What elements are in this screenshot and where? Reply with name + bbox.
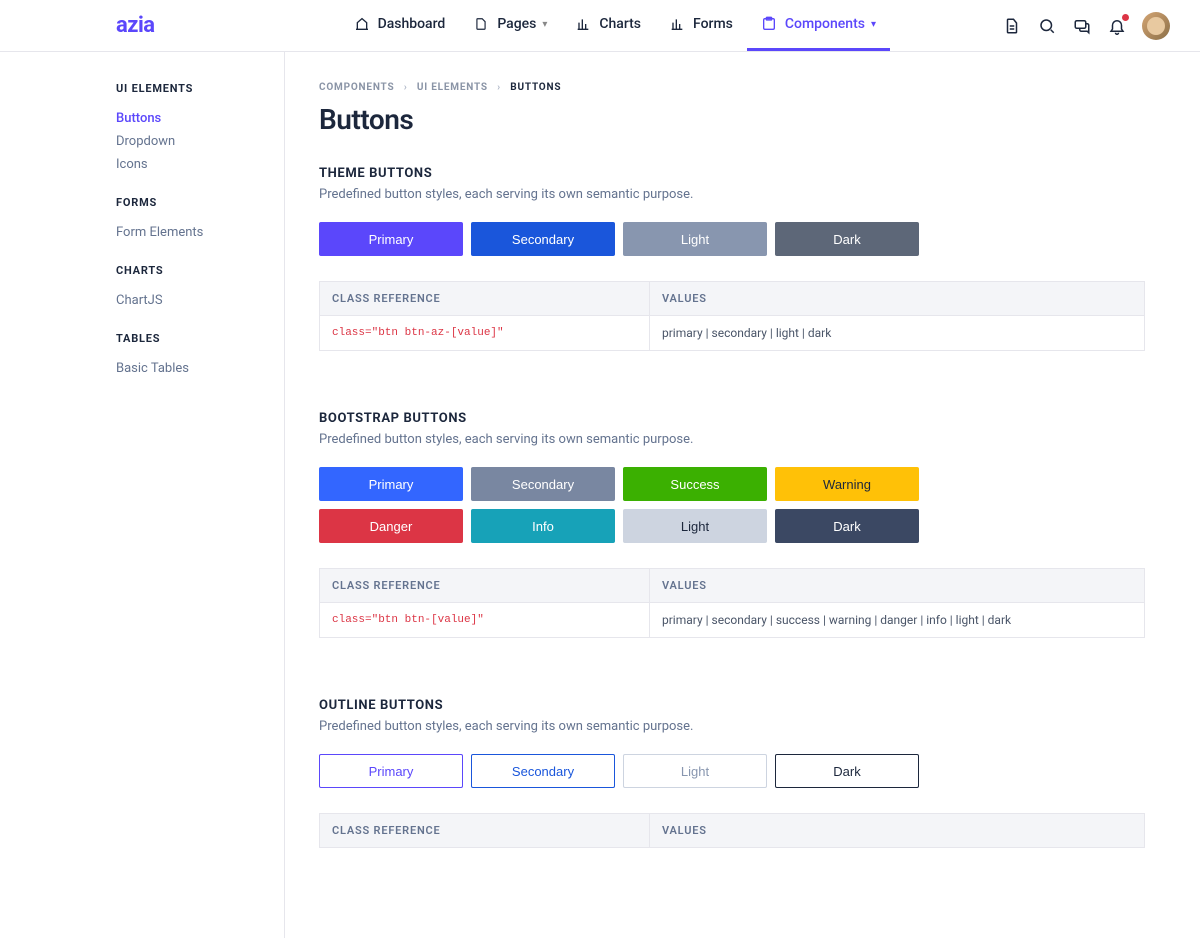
section-bootstrap-buttons: BOOTSTRAP BUTTONS Predefined button styl… [319, 411, 1145, 638]
table-header: VALUES [650, 814, 1145, 848]
reference-table: CLASS REFERENCE VALUES class="btn btn-az… [319, 281, 1145, 351]
chevron-right-icon: › [404, 82, 408, 93]
notification-dot [1122, 14, 1129, 21]
bell-icon[interactable] [1107, 16, 1127, 36]
section-desc: Predefined button styles, each serving i… [319, 432, 1145, 447]
table-header: VALUES [650, 569, 1145, 603]
section-title: THEME BUTTONS [319, 166, 1145, 181]
table-cell-code: class="btn btn-az-[value]" [320, 316, 650, 351]
button-row: Danger Info Light Dark [319, 509, 1145, 543]
nav-label: Components [785, 16, 865, 32]
pages-icon [473, 16, 489, 32]
nav-charts[interactable]: Charts [561, 0, 655, 51]
table-header: CLASS REFERENCE [320, 282, 650, 316]
nav-forms[interactable]: Forms [655, 0, 747, 51]
section-desc: Predefined button styles, each serving i… [319, 719, 1145, 734]
page-body: UI ELEMENTS Buttons Dropdown Icons FORMS… [0, 52, 1200, 938]
sidebar-item-dropdown[interactable]: Dropdown [116, 130, 284, 153]
reference-table: CLASS REFERENCE VALUES class="btn btn-[v… [319, 568, 1145, 638]
sidebar-group-title: CHARTS [116, 264, 284, 277]
button-outline-primary[interactable]: Primary [319, 754, 463, 788]
button-row: Primary Secondary Light Dark [319, 222, 1145, 256]
section-theme-buttons: THEME BUTTONS Predefined button styles, … [319, 166, 1145, 351]
header-right [1002, 12, 1170, 40]
button-dark[interactable]: Dark [775, 222, 919, 256]
breadcrumb: COMPONENTS › UI ELEMENTS › BUTTONS [319, 82, 1145, 93]
button-info[interactable]: Info [471, 509, 615, 543]
nav-components[interactable]: Components ▾ [747, 0, 890, 51]
section-title: BOOTSTRAP BUTTONS [319, 411, 1145, 426]
nav-label: Dashboard [378, 16, 446, 32]
button-outline-dark[interactable]: Dark [775, 754, 919, 788]
button-danger[interactable]: Danger [319, 509, 463, 543]
sidebar-item-buttons[interactable]: Buttons [116, 107, 284, 130]
reference-table: CLASS REFERENCE VALUES [319, 813, 1145, 848]
button-warning[interactable]: Warning [775, 467, 919, 501]
sidebar: UI ELEMENTS Buttons Dropdown Icons FORMS… [0, 52, 285, 938]
nav-label: Charts [599, 16, 641, 32]
button-secondary[interactable]: Secondary [471, 222, 615, 256]
section-desc: Predefined button styles, each serving i… [319, 187, 1145, 202]
button-outline-secondary[interactable]: Secondary [471, 754, 615, 788]
nav-label: Forms [693, 16, 733, 32]
breadcrumb-item: BUTTONS [510, 82, 561, 93]
page-title: Buttons [319, 103, 1145, 136]
nav-label: Pages [497, 16, 536, 32]
sidebar-group-title: TABLES [116, 332, 284, 345]
button-light[interactable]: Light [623, 222, 767, 256]
charts-icon [575, 16, 591, 32]
table-header: CLASS REFERENCE [320, 569, 650, 603]
button-light[interactable]: Light [623, 509, 767, 543]
messages-icon[interactable] [1072, 16, 1092, 36]
sidebar-item-form-elements[interactable]: Form Elements [116, 221, 284, 244]
brand-logo[interactable]: azia [116, 13, 155, 38]
table-header: VALUES [650, 282, 1145, 316]
button-primary[interactable]: Primary [319, 222, 463, 256]
chevron-down-icon: ▾ [871, 19, 876, 30]
forms-icon [669, 16, 685, 32]
sidebar-item-icons[interactable]: Icons [116, 153, 284, 176]
chevron-right-icon: › [497, 82, 501, 93]
button-row: Primary Secondary Success Warning [319, 467, 1145, 501]
button-outline-light[interactable]: Light [623, 754, 767, 788]
table-cell-values: primary | secondary | success | warning … [650, 603, 1145, 638]
header: azia Dashboard Pages ▾ Charts Forms [0, 0, 1200, 52]
section-outline-buttons: OUTLINE BUTTONS Predefined button styles… [319, 698, 1145, 848]
content: COMPONENTS › UI ELEMENTS › BUTTONS Butto… [285, 52, 1185, 938]
button-success[interactable]: Success [623, 467, 767, 501]
section-title: OUTLINE BUTTONS [319, 698, 1145, 713]
nav-dashboard[interactable]: Dashboard [340, 0, 460, 51]
dashboard-icon [354, 16, 370, 32]
table-header: CLASS REFERENCE [320, 814, 650, 848]
search-icon[interactable] [1037, 16, 1057, 36]
button-primary[interactable]: Primary [319, 467, 463, 501]
breadcrumb-item[interactable]: COMPONENTS [319, 82, 394, 93]
avatar[interactable] [1142, 12, 1170, 40]
file-icon[interactable] [1002, 16, 1022, 36]
sidebar-group-title: UI ELEMENTS [116, 82, 284, 95]
button-secondary[interactable]: Secondary [471, 467, 615, 501]
table-cell-code: class="btn btn-[value]" [320, 603, 650, 638]
breadcrumb-item[interactable]: UI ELEMENTS [417, 82, 488, 93]
sidebar-item-chartjs[interactable]: ChartJS [116, 289, 284, 312]
chevron-down-icon: ▾ [542, 19, 547, 30]
button-row: Primary Secondary Light Dark [319, 754, 1145, 788]
components-icon [761, 16, 777, 32]
main-nav: Dashboard Pages ▾ Charts Forms Compone [340, 0, 890, 51]
table-cell-values: primary | secondary | light | dark [650, 316, 1145, 351]
nav-pages[interactable]: Pages ▾ [459, 0, 561, 51]
sidebar-item-basic-tables[interactable]: Basic Tables [116, 357, 284, 380]
sidebar-group-title: FORMS [116, 196, 284, 209]
button-dark[interactable]: Dark [775, 509, 919, 543]
